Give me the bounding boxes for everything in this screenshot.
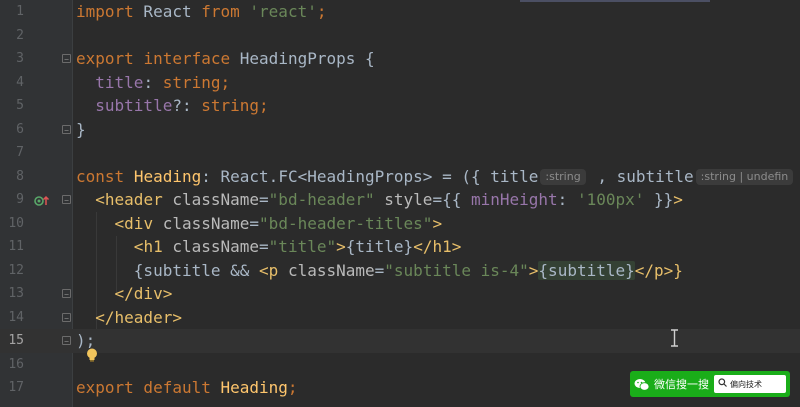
code-text[interactable]: <div className="bd-header-titles">	[76, 212, 443, 236]
inlay-type-hint: :string | undefin	[695, 168, 794, 185]
fold-collapse-icon[interactable]: −	[62, 195, 71, 205]
wechat-search-watermark: 微信搜一搜 偏向技术	[630, 371, 790, 397]
code-text[interactable]: </header>	[76, 306, 182, 330]
code-line-1[interactable]: 1 import React from 'react';	[0, 0, 800, 24]
code-line-8[interactable]: 8 const Heading: React.FC<HeadingProps> …	[0, 165, 800, 189]
code-text[interactable]: import React from 'react';	[76, 0, 326, 24]
code-line-3[interactable]: 3 − export interface HeadingProps {	[0, 47, 800, 71]
code-text[interactable]: export interface HeadingProps {	[76, 47, 375, 71]
fold-end-icon[interactable]: −	[62, 312, 71, 323]
code-editor[interactable]: 1 import React from 'react'; 2 3 − expor…	[0, 0, 800, 407]
line-number: 13	[8, 286, 24, 301]
code-text[interactable]: const Heading: React.FC<HeadingProps> = …	[76, 165, 795, 189]
code-line-4[interactable]: 4 title: string;	[0, 71, 800, 95]
line-number: 1	[16, 4, 24, 19]
line-number: 17	[8, 380, 24, 395]
code-text[interactable]: <h1 className="title">{title}</h1>	[76, 235, 462, 259]
line-number: 2	[16, 27, 24, 43]
line-number: 16	[8, 356, 24, 372]
code-line-7[interactable]: 7	[0, 141, 800, 165]
code-line-14[interactable]: 14 − </header>	[0, 306, 800, 330]
wechat-icon	[634, 377, 650, 391]
search-icon	[718, 378, 727, 390]
code-line-15-current[interactable]: 15 − );	[0, 329, 800, 353]
code-line-6[interactable]: 6 − }	[0, 118, 800, 142]
line-number: 11	[8, 239, 24, 254]
code-text[interactable]: </div>	[76, 282, 173, 306]
fold-end-icon[interactable]: −	[62, 124, 71, 135]
line-number: 8	[16, 168, 24, 184]
line-number: 5	[16, 98, 24, 113]
fold-end-icon[interactable]: −	[62, 336, 71, 346]
line-number: 14	[8, 309, 24, 325]
lightbulb-icon[interactable]	[86, 347, 98, 362]
watermark-label: 微信搜一搜	[654, 378, 709, 391]
code-line-9[interactable]: 9 − <header className="bd-header" style=…	[0, 188, 800, 212]
code-line-10[interactable]: 10 <div className="bd-header-titles">	[0, 212, 800, 236]
code-line-2[interactable]: 2	[0, 24, 800, 48]
line-number: 9	[16, 192, 24, 207]
line-number: 12	[8, 262, 24, 278]
code-line-13[interactable]: 13 − </div>	[0, 282, 800, 306]
fold-end-icon[interactable]: −	[62, 289, 71, 299]
line-number: 10	[8, 215, 24, 231]
code-text[interactable]: export default Heading;	[76, 376, 298, 400]
watermark-search-box: 偏向技术	[714, 375, 786, 393]
code-line-11[interactable]: 11 <h1 className="title">{title}</h1>	[0, 235, 800, 259]
line-number: 4	[16, 74, 24, 90]
line-number: 6	[16, 121, 24, 137]
code-text[interactable]: <header className="bd-header" style={{ m…	[76, 188, 683, 212]
implemented-override-icon[interactable]	[34, 195, 50, 207]
highlighted-usage: {subtitle}	[538, 260, 635, 280]
line-number: 3	[16, 51, 24, 66]
i-beam-cursor-icon	[670, 329, 679, 347]
code-line-12[interactable]: 12 {subtitle && <p className="subtitle i…	[0, 259, 800, 283]
code-text[interactable]: title: string;	[76, 71, 230, 95]
inlay-type-hint: :string	[540, 168, 586, 185]
code-text[interactable]: subtitle?: string;	[76, 94, 268, 118]
line-number: 7	[16, 145, 24, 160]
fold-collapse-icon[interactable]: −	[62, 54, 71, 64]
code-text[interactable]: }	[76, 118, 86, 142]
watermark-search-text: 偏向技术	[730, 379, 762, 389]
code-text[interactable]: {subtitle && <p className="subtitle is-4…	[76, 259, 683, 283]
code-line-5[interactable]: 5 subtitle?: string;	[0, 94, 800, 118]
line-number: 15	[8, 333, 24, 348]
